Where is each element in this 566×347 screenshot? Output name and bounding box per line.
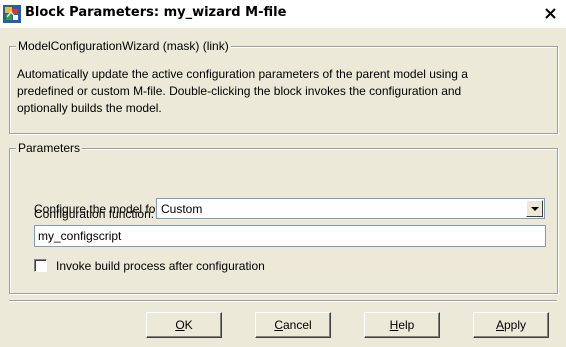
apply-button-label: Apply xyxy=(495,318,527,332)
block-parameters-dialog: Block Parameters: my_wizard M-file Model… xyxy=(0,0,566,347)
invoke-build-checkbox[interactable] xyxy=(34,259,47,272)
ok-button[interactable]: OK xyxy=(146,312,222,338)
button-separator xyxy=(9,300,557,302)
apply-button[interactable]: Apply xyxy=(473,312,549,338)
close-icon[interactable] xyxy=(543,7,559,21)
description-line: predefined or custom M-file. Double-clic… xyxy=(17,84,462,98)
ok-button-label: OK xyxy=(175,318,193,332)
mask-description: Automatically update the active configur… xyxy=(17,66,551,117)
chevron-down-icon xyxy=(531,207,539,211)
parameters-group-legend: Parameters xyxy=(16,141,83,155)
description-line: optionally builds the model. xyxy=(17,101,162,115)
mask-group-legend: ModelConfigurationWizard (mask) (link) xyxy=(16,39,231,53)
simulink-block-icon xyxy=(3,5,21,23)
help-button-label: Help xyxy=(389,318,415,332)
window-title: Block Parameters: my_wizard M-file xyxy=(25,5,287,20)
configure-model-value: Custom xyxy=(161,202,203,216)
configure-model-select[interactable]: Custom xyxy=(156,198,545,219)
invoke-build-label: Invoke build process after configuration xyxy=(56,259,265,273)
dropdown-button[interactable] xyxy=(526,200,543,217)
cancel-button-label: Cancel xyxy=(274,318,312,332)
cancel-button[interactable]: Cancel xyxy=(255,312,331,338)
configuration-function-input[interactable]: my_configscript xyxy=(34,225,546,247)
description-line: Automatically update the active configur… xyxy=(17,67,468,81)
help-button[interactable]: Help xyxy=(364,312,440,338)
title-bar[interactable]: Block Parameters: my_wizard M-file xyxy=(0,0,566,28)
configuration-function-label: Configuration function: xyxy=(34,207,155,221)
